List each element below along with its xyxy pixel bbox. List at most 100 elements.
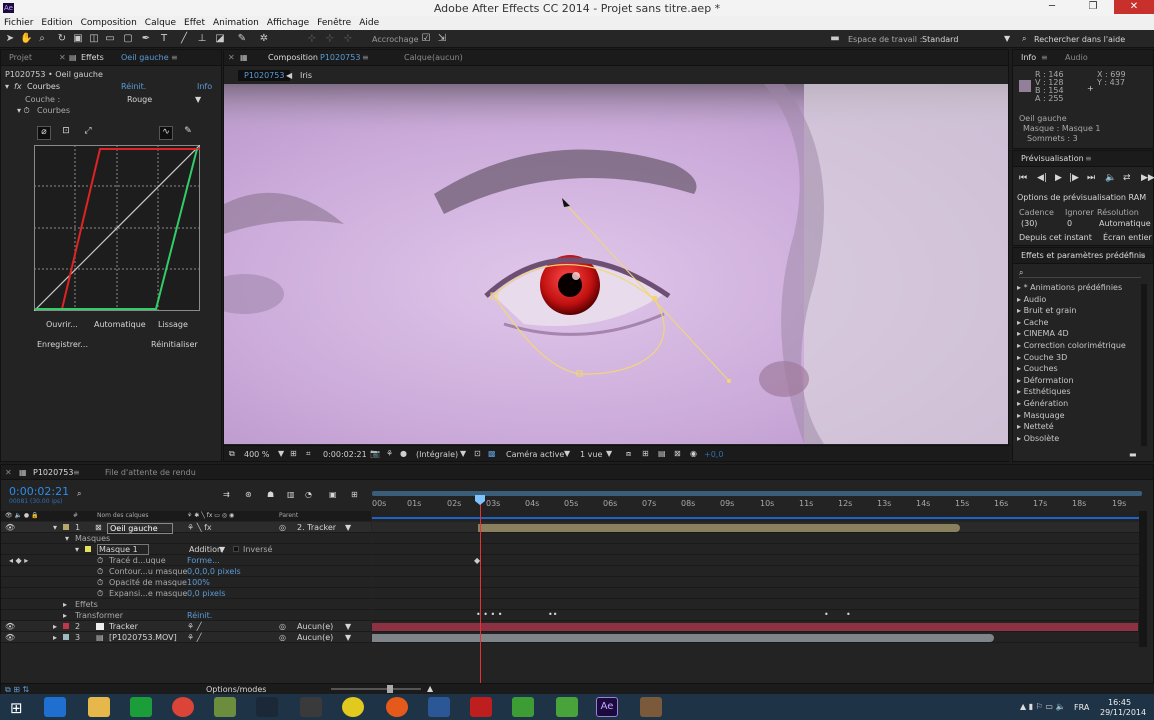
list-scrollbar[interactable] — [1141, 284, 1147, 446]
effect-reset-link[interactable]: Réinit. — [121, 82, 146, 91]
new-preset-icon[interactable]: ▬ — [1129, 450, 1137, 459]
panel-menu-icon[interactable]: ≡ — [73, 468, 80, 477]
curves-smooth-button[interactable]: Lissage — [158, 320, 188, 329]
composition-viewer[interactable] — [224, 84, 1008, 444]
keyframe-nav-icon[interactable]: ◂ ◆ ▸ — [9, 556, 28, 565]
zoom-tool-icon[interactable]: ⌕ — [36, 33, 48, 45]
rectangle-tool-icon[interactable]: ▭ — [104, 33, 116, 45]
mask-name[interactable]: Masque 1 — [97, 544, 149, 555]
menu-affichage[interactable]: Affichage — [263, 16, 313, 28]
zoom-out-icon[interactable]: ▲ — [427, 684, 433, 693]
list-item[interactable]: ▸ Obsolète — [1017, 434, 1126, 446]
menu-aide[interactable]: Aide — [355, 16, 383, 28]
tree-row[interactable]: ▸ Effets — [1, 599, 371, 610]
collapse-icon[interactable]: ▾ — [75, 545, 79, 554]
resolution-dropdown[interactable]: (Intégrale) — [416, 450, 458, 459]
minecraft-icon[interactable] — [214, 697, 236, 717]
selection-tool-icon[interactable]: ➤ — [4, 33, 16, 45]
prop-value[interactable]: 100% — [187, 578, 210, 587]
curve-expand-icon[interactable]: ⤢ — [81, 126, 95, 140]
tab-info[interactable]: Info — [1021, 53, 1036, 62]
mask-color-swatch[interactable] — [85, 546, 91, 552]
list-item[interactable]: ▸ Esthétiques — [1017, 387, 1126, 399]
region-of-interest-icon[interactable]: ⊡ — [474, 449, 481, 458]
list-item[interactable]: ▸ Cache — [1017, 318, 1126, 330]
mask-mode-dropdown[interactable]: Addition — [189, 545, 222, 554]
cadence-dropdown[interactable]: (30) — [1021, 219, 1037, 228]
views-chevron-icon[interactable]: ▼ — [606, 449, 612, 458]
tree-row[interactable]: ▸ Transformer Réinit. — [1, 610, 371, 621]
tab-project[interactable]: Projet — [9, 53, 32, 62]
snapping-checkbox[interactable]: ☑ — [420, 33, 432, 45]
list-item[interactable]: ▸ Déformation — [1017, 376, 1126, 388]
zoom-slider-track[interactable] — [331, 688, 421, 690]
parent-chevron-icon[interactable]: ▼ — [345, 622, 351, 631]
tree-row[interactable]: ▾ Masque 1 Addition ▼ Inversé — [1, 544, 371, 555]
timeline-icon[interactable]: ▤ — [658, 449, 666, 458]
parent-dropdown[interactable]: 2. Tracker — [297, 523, 336, 532]
layer-label-color[interactable] — [63, 634, 69, 640]
col-layer-name[interactable]: Nom des calques — [97, 512, 149, 519]
media-app-icon[interactable] — [300, 697, 322, 717]
steam-icon[interactable] — [256, 697, 278, 717]
zoom-slider-thumb[interactable] — [387, 685, 393, 693]
chrome-icon[interactable] — [172, 697, 194, 717]
motion-blur-icon[interactable]: ◔ — [305, 490, 312, 499]
tab-timeline-comp[interactable]: P1020753 — [33, 468, 73, 477]
tab-audio[interactable]: Audio — [1065, 53, 1088, 62]
resolution-dropdown[interactable]: Automatique — [1099, 219, 1151, 228]
audio-icon[interactable]: 🔈 — [1105, 173, 1116, 183]
axis-local-icon[interactable]: ⊹ — [306, 33, 318, 45]
safe-zones-icon[interactable]: ⊞ — [290, 449, 297, 458]
layer-switches-icon[interactable]: ⚘ ╱ — [187, 633, 202, 642]
parent-pickwhip-icon[interactable]: ◎ — [279, 622, 286, 631]
pan-behind-tool-icon[interactable]: ◫ — [88, 33, 100, 45]
tab-effects[interactable]: Effets — [81, 53, 104, 62]
graph-editor-icon[interactable]: ▣ — [329, 490, 337, 499]
property-row[interactable]: ⏱ Expansi...e masque 0,0 pixels — [1, 588, 371, 599]
camera-tool-icon[interactable]: ▣ — [72, 33, 84, 45]
maximize-button[interactable]: ❐ — [1073, 0, 1113, 14]
panel-menu-icon[interactable]: ≡ — [1085, 154, 1092, 163]
store-icon[interactable] — [130, 697, 152, 717]
viewer-timecode[interactable]: 0:00:02:21 — [323, 450, 367, 459]
keyframe-icon[interactable]: • — [846, 610, 851, 619]
list-item[interactable]: ▸ Audio — [1017, 295, 1126, 307]
mask-mode-chevron-icon[interactable]: ▼ — [219, 545, 225, 554]
toggle-switches-modes[interactable]: Options/modes — [206, 685, 266, 694]
list-item[interactable]: ▸ Génération — [1017, 399, 1126, 411]
table-row[interactable]: 👁 ▾ 1 ⊠ Oeil gauche ⚘ ╲ fx ◎ 2. Tracker … — [1, 522, 371, 534]
breadcrumb-comp[interactable]: P1020753 — [238, 70, 291, 81]
timeline-scrollbar[interactable] — [1139, 511, 1147, 647]
expand-icon[interactable]: ▸ — [63, 600, 67, 609]
flowchart-icon[interactable]: ⊠ — [674, 449, 681, 458]
camtasia-icon[interactable] — [556, 697, 578, 717]
invert-checkbox[interactable] — [233, 546, 239, 552]
menu-effet[interactable]: Effet — [180, 16, 209, 28]
parent-dropdown[interactable]: Aucun(e) — [297, 633, 333, 642]
rotate-tool-icon[interactable]: ↻ — [56, 33, 68, 45]
comp-mini-flowchart-icon[interactable]: ⇉ — [223, 490, 230, 499]
clone-stamp-tool-icon[interactable]: ⊥ — [196, 33, 208, 45]
last-frame-icon[interactable]: ⏭ — [1087, 173, 1095, 183]
transform-reset-link[interactable]: Réinit. — [187, 611, 212, 620]
parent-chevron-icon[interactable]: ▼ — [345, 633, 351, 642]
green-app-icon[interactable] — [512, 697, 534, 717]
prop-value[interactable]: 0,0,0,0 pixels — [187, 567, 241, 576]
layer-name[interactable]: [P1020753.MOV] — [109, 633, 177, 642]
curves-open-button[interactable]: Ouvrir... — [46, 320, 78, 329]
stopwatch-icon[interactable]: ⏱ — [97, 567, 103, 577]
input-language[interactable]: FRA — [1074, 703, 1089, 712]
from-now-checkbox[interactable]: Depuis cet instant — [1019, 233, 1092, 242]
close-icon[interactable]: ✕ — [59, 53, 66, 62]
snapping-options-icon[interactable]: ⇲ — [436, 33, 448, 45]
time-ruler[interactable]: 00s 01s 02s 03s 04s 05s 06s 07s 08s 09s … — [372, 491, 1142, 511]
ae-script-icon[interactable] — [640, 697, 662, 717]
tab-render-queue[interactable]: File d'attente de rendu — [105, 468, 196, 477]
filezilla-icon[interactable] — [470, 697, 492, 717]
camera-dropdown[interactable]: Caméra active — [506, 450, 564, 459]
breadcrumb-layer[interactable]: Iris — [300, 71, 312, 80]
eraser-tool-icon[interactable]: ◪ — [214, 33, 226, 45]
tray-icons[interactable]: ▲ ▮ ⚐ ▭ 🔈 — [1020, 702, 1065, 711]
parent-pickwhip-icon[interactable]: ◎ — [279, 633, 286, 642]
